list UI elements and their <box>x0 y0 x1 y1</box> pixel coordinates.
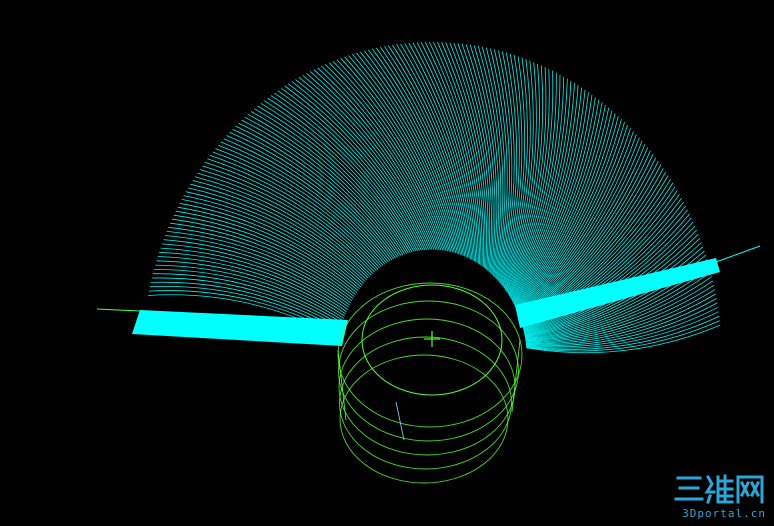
watermark-site-text: 3Dportal.cn <box>682 507 766 520</box>
fan-wire-line <box>284 85 424 251</box>
cylinder-side-right <box>511 339 521 413</box>
left-strip-face <box>132 310 348 346</box>
wireframe-scene[interactable] <box>0 0 774 526</box>
fan-wire-line <box>257 105 409 254</box>
right-axis-line <box>715 245 761 263</box>
watermark-logo: 3Dportal.cn <box>674 472 766 520</box>
fan-wire-line <box>263 100 413 253</box>
fan-wire-line <box>188 187 366 282</box>
logo-glyph-icon <box>674 474 764 504</box>
fan-wire-line <box>179 202 360 290</box>
left-axis-line <box>96 308 141 312</box>
fan-wire-line <box>171 218 355 297</box>
cylinder-seam <box>395 401 405 441</box>
fan-wire-line <box>199 169 374 274</box>
cylinder-rings <box>337 265 523 484</box>
cad-viewport[interactable]: 3Dportal.cn <box>0 0 774 526</box>
